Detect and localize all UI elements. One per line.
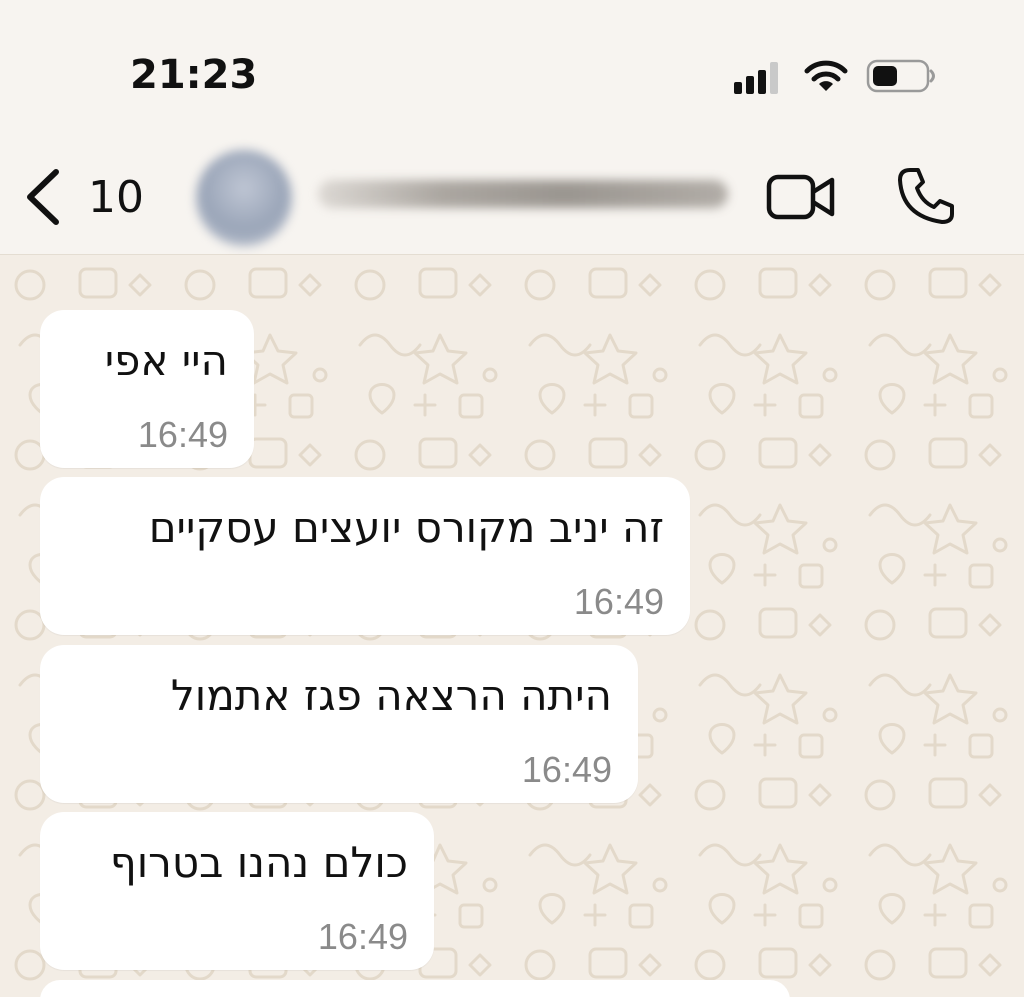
chat-body[interactable]: היי אפי 16:49 זה יניב מקורס יועצים עסקיי… bbox=[0, 255, 1024, 997]
chevron-left-icon bbox=[27, 169, 59, 225]
message-bubble[interactable]: היי אפי 16:49 bbox=[40, 310, 254, 468]
phone-icon[interactable] bbox=[896, 166, 956, 226]
video-camera-icon[interactable] bbox=[766, 170, 836, 224]
back-button[interactable]: 10 bbox=[20, 162, 150, 232]
cellular-signal-icon bbox=[734, 62, 778, 94]
message-time: 16:49 bbox=[521, 749, 612, 790]
message-text: כולם נהנו בטרוף bbox=[109, 838, 408, 887]
unread-count: 10 bbox=[88, 171, 144, 223]
contact-name-redacted[interactable] bbox=[318, 180, 728, 208]
battery-icon bbox=[866, 59, 935, 93]
status-bar: 21:23 bbox=[0, 0, 1024, 140]
chat-header: 10 bbox=[0, 140, 1024, 255]
message-text: זה יניב מקורס יועצים עסקיים bbox=[148, 503, 664, 552]
message-bubble[interactable]: זה יניב מקורס יועצים עסקיים 16:49 bbox=[40, 477, 690, 635]
message-text: היתה הרצאה פגז אתמול bbox=[170, 671, 612, 720]
status-time: 21:23 bbox=[130, 52, 258, 98]
message-bubble[interactable]: כולם נהנו בטרוף 16:49 bbox=[40, 812, 434, 970]
message-time: 16:49 bbox=[317, 916, 408, 957]
wifi-icon bbox=[804, 60, 848, 91]
message-bubble[interactable]: היתה הרצאה פגז אתמול 16:49 bbox=[40, 645, 638, 803]
message-time: 16:49 bbox=[137, 414, 228, 455]
contact-avatar[interactable] bbox=[196, 150, 292, 246]
message-bubble-partial[interactable] bbox=[40, 980, 790, 997]
message-time: 16:49 bbox=[573, 581, 664, 622]
message-text: היי אפי bbox=[104, 336, 228, 385]
